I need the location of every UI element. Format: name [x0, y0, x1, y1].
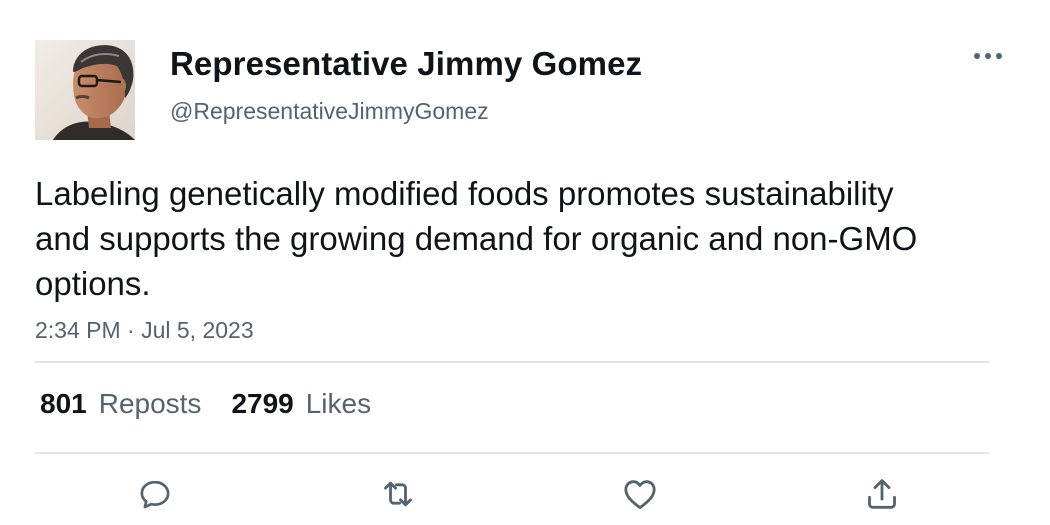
- reposts-stat[interactable]: 801 Reposts: [40, 386, 201, 422]
- likes-stat[interactable]: 2799 Likes: [231, 386, 371, 422]
- avatar[interactable]: [35, 40, 135, 140]
- tweet-text: Labeling genetically modified foods prom…: [35, 175, 918, 302]
- tweet-card: Representative Jimmy Gomez @Representati…: [0, 0, 1050, 525]
- tweet-timestamp[interactable]: 2:34 PM · Jul 5, 2023: [35, 315, 254, 345]
- heart-icon: [624, 480, 656, 510]
- share-upload-icon: [868, 479, 896, 509]
- repost-arrows-icon: [384, 481, 412, 507]
- share-button[interactable]: [858, 470, 906, 518]
- more-dots-icon: [974, 53, 1002, 59]
- divider: [35, 452, 989, 454]
- profile-photo-icon: [35, 40, 135, 140]
- divider: [35, 361, 989, 363]
- reposts-label: Reposts: [98, 388, 202, 419]
- more-options-button[interactable]: [968, 40, 1008, 72]
- author-handle[interactable]: @RepresentativeJimmyGomez: [170, 97, 489, 125]
- speech-bubble-icon: [140, 480, 170, 509]
- engagement-stats: 801 Reposts 2799 Likes: [40, 386, 371, 422]
- likes-count: 2799: [231, 388, 294, 419]
- author-display-name[interactable]: Representative Jimmy Gomez: [170, 44, 642, 84]
- repost-button[interactable]: [374, 470, 422, 518]
- likes-label: Likes: [305, 388, 372, 419]
- reply-button[interactable]: [131, 470, 179, 518]
- reposts-count: 801: [40, 388, 87, 419]
- like-button[interactable]: [616, 470, 664, 518]
